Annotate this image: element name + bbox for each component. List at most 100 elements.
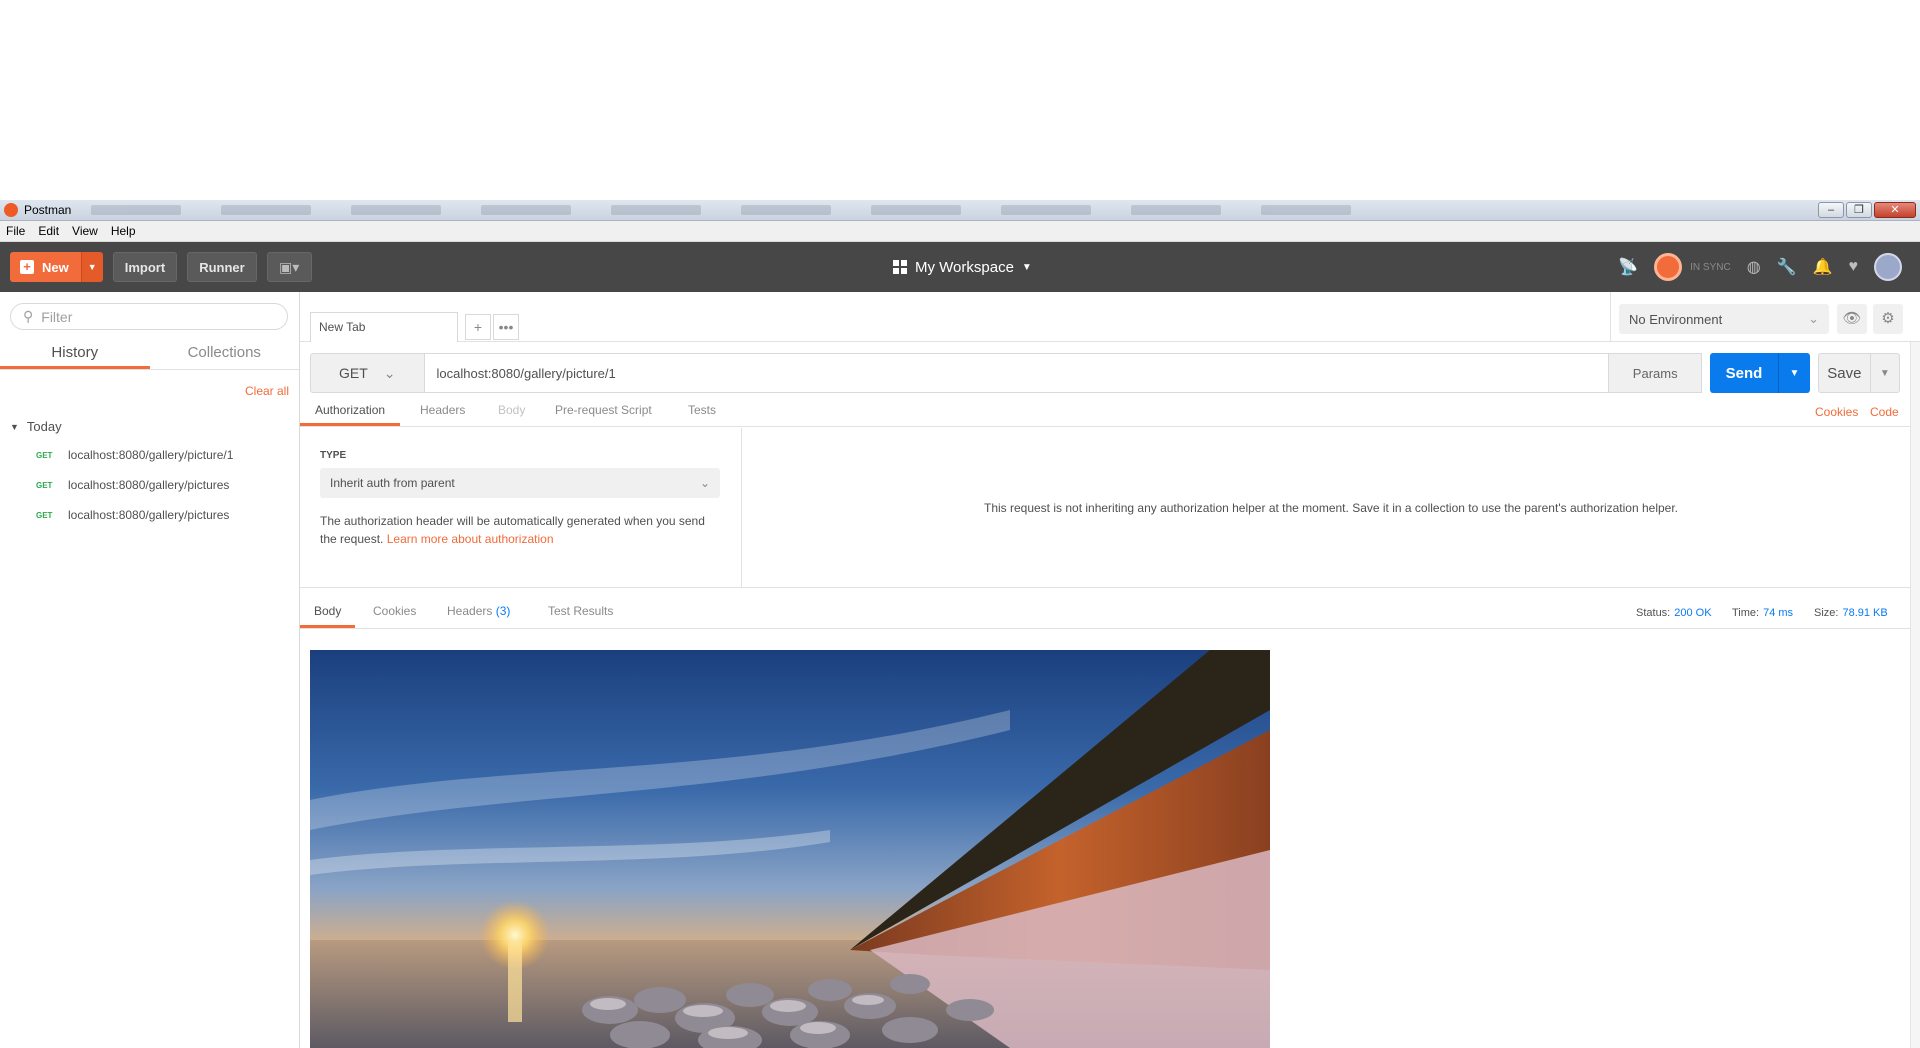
runner-button[interactable]: Runner [187, 252, 257, 282]
bell-icon[interactable]: 🔔 [1813, 257, 1833, 277]
code-link[interactable]: Code [1870, 397, 1899, 427]
new-button-label: New [42, 259, 69, 275]
response-time: Time: 74 ms [1732, 597, 1793, 629]
plus-icon: + [473, 319, 483, 335]
ellipsis-icon: ••• [498, 319, 514, 335]
wrench-icon[interactable]: 🔧 [1777, 257, 1797, 277]
filter-placeholder: Filter [41, 308, 73, 325]
plus-icon: + [20, 260, 34, 274]
tab-body[interactable]: Body [498, 397, 525, 423]
auth-type-select[interactable]: Inherit auth from parent ⌄ [320, 468, 720, 498]
taskbar-ghosts [91, 200, 1818, 220]
window-titlebar: Postman – ❐ ✕ [0, 200, 1920, 221]
scrollbar[interactable] [1910, 342, 1920, 1048]
tab-tests[interactable]: Tests [688, 397, 716, 423]
history-url: localhost:8080/gallery/picture/1 [68, 448, 234, 462]
list-item[interactable]: GET localhost:8080/gallery/pictures [36, 478, 229, 492]
save-button[interactable]: Save [1819, 354, 1870, 392]
new-window-icon: ▣▾ [279, 258, 300, 275]
chevron-down-icon: ⌄ [699, 476, 710, 490]
tab-authorization[interactable]: Authorization [300, 397, 401, 426]
history-group-label: Today [26, 419, 62, 434]
new-dropdown-caret-icon[interactable]: ▼ [80, 252, 103, 282]
list-item[interactable]: GET localhost:8080/gallery/pictures [36, 508, 229, 522]
add-tab-button[interactable]: + [465, 314, 491, 340]
auth-info-panel: This request is not inheriting any autho… [742, 428, 1920, 588]
tab-pre-request-script[interactable]: Pre-request Script [555, 397, 652, 423]
main-panel: New Tab + ••• No Environment ⌄ 👁 ⚙ GET ⌄… [300, 292, 1920, 1048]
window-title: Postman [24, 203, 72, 217]
tab-headers[interactable]: Headers [420, 397, 465, 423]
interceptor-icon[interactable]: 📡 [1618, 257, 1638, 277]
workspace-label: My Workspace [915, 258, 1014, 276]
auth-type-value: Inherit auth from parent [330, 476, 455, 490]
auth-description: The authorization header will be automat… [320, 512, 720, 548]
menu-file[interactable]: File [6, 224, 25, 238]
response-headers-label: Headers [447, 604, 493, 618]
size-label: Size: [1814, 607, 1839, 619]
globe-icon[interactable]: ◍ [1747, 257, 1761, 277]
request-subtabs: Authorization Headers Body Pre-request S… [300, 397, 1920, 427]
search-icon: ⚲ [23, 308, 34, 324]
workspace-grid-icon [893, 260, 907, 274]
close-button[interactable]: ✕ [1874, 202, 1916, 218]
minimize-button[interactable]: – [1818, 202, 1844, 218]
size-value[interactable]: 78.91 KB [1842, 597, 1887, 629]
auth-type-panel: TYPE Inherit auth from parent ⌄ The auth… [300, 428, 742, 588]
sidebar-tabs: History Collections [0, 340, 299, 370]
tab-response-body[interactable]: Body [300, 597, 356, 628]
more-tabs-button[interactable]: ••• [493, 314, 519, 340]
auth-info-text: This request is not inheriting any autho… [983, 500, 1679, 515]
header-actions: 📡 IN SYNC ◍ 🔧 🔔 ♥ [1618, 242, 1902, 292]
save-dropdown-caret-icon[interactable]: ▼ [1869, 354, 1899, 392]
menu-edit[interactable]: Edit [38, 224, 59, 238]
time-label: Time: [1732, 607, 1760, 619]
menubar: File Edit View Help [0, 221, 1920, 242]
response-status: Status: 200 OK [1636, 597, 1712, 629]
menu-view[interactable]: View [72, 224, 98, 238]
menu-help[interactable]: Help [111, 224, 136, 238]
workspace-switcher[interactable]: My Workspace ▼ [893, 242, 1032, 292]
response-image [310, 650, 1270, 1048]
url-input[interactable]: localhost:8080/gallery/picture/1 [424, 353, 1610, 393]
time-value[interactable]: 74 ms [1763, 597, 1793, 629]
avatar[interactable] [1874, 253, 1902, 281]
tab-history[interactable]: History [0, 340, 150, 369]
environment-bar: No Environment ⌄ 👁 ⚙ [1610, 292, 1920, 342]
gear-icon: ⚙ [1881, 310, 1895, 327]
maximize-button[interactable]: ❐ [1846, 202, 1872, 218]
history-group-today[interactable]: ▼ Today [10, 419, 62, 434]
tab-new[interactable]: New Tab [310, 312, 458, 342]
params-button[interactable]: Params [1609, 353, 1702, 393]
environment-quicklook-button[interactable]: 👁 [1837, 304, 1867, 334]
save-button-group: Save ▼ [1818, 353, 1900, 393]
chevron-down-icon: ⌄ [1808, 311, 1819, 326]
request-tabbar: New Tab + ••• No Environment ⌄ 👁 ⚙ [300, 292, 1920, 342]
environment-select[interactable]: No Environment ⌄ [1619, 304, 1829, 334]
heart-icon[interactable]: ♥ [1849, 258, 1859, 276]
tab-response-headers[interactable]: Headers (3) [447, 597, 510, 625]
new-button[interactable]: + New [10, 252, 81, 282]
tab-collections[interactable]: Collections [150, 340, 300, 369]
clear-all-button[interactable]: Clear all [245, 384, 289, 398]
tab-test-results[interactable]: Test Results [548, 597, 613, 625]
send-button[interactable]: Send [1710, 353, 1778, 393]
import-button[interactable]: Import [112, 252, 178, 282]
cookies-link[interactable]: Cookies [1815, 397, 1858, 427]
landscape-image [310, 650, 1270, 1048]
filter-input[interactable]: ⚲ Filter [10, 303, 288, 330]
status-value[interactable]: 200 OK [1674, 597, 1711, 629]
auth-type-label: TYPE [320, 450, 347, 461]
send-dropdown-caret-icon[interactable]: ▼ [1778, 353, 1810, 393]
manage-environments-button[interactable]: ⚙ [1873, 304, 1903, 334]
learn-more-link[interactable]: Learn more about authorization [387, 532, 554, 546]
postman-logo-icon [4, 203, 18, 217]
sync-icon [1654, 253, 1683, 281]
history-url: localhost:8080/gallery/pictures [68, 508, 230, 522]
tab-response-cookies[interactable]: Cookies [373, 597, 416, 625]
send-button-group: Send ▼ [1710, 353, 1810, 393]
sync-status[interactable]: IN SYNC [1654, 253, 1731, 281]
list-item[interactable]: GET localhost:8080/gallery/picture/1 [36, 448, 233, 462]
new-window-button[interactable]: ▣▾ [266, 252, 312, 282]
method-select[interactable]: GET ⌄ [310, 353, 425, 393]
